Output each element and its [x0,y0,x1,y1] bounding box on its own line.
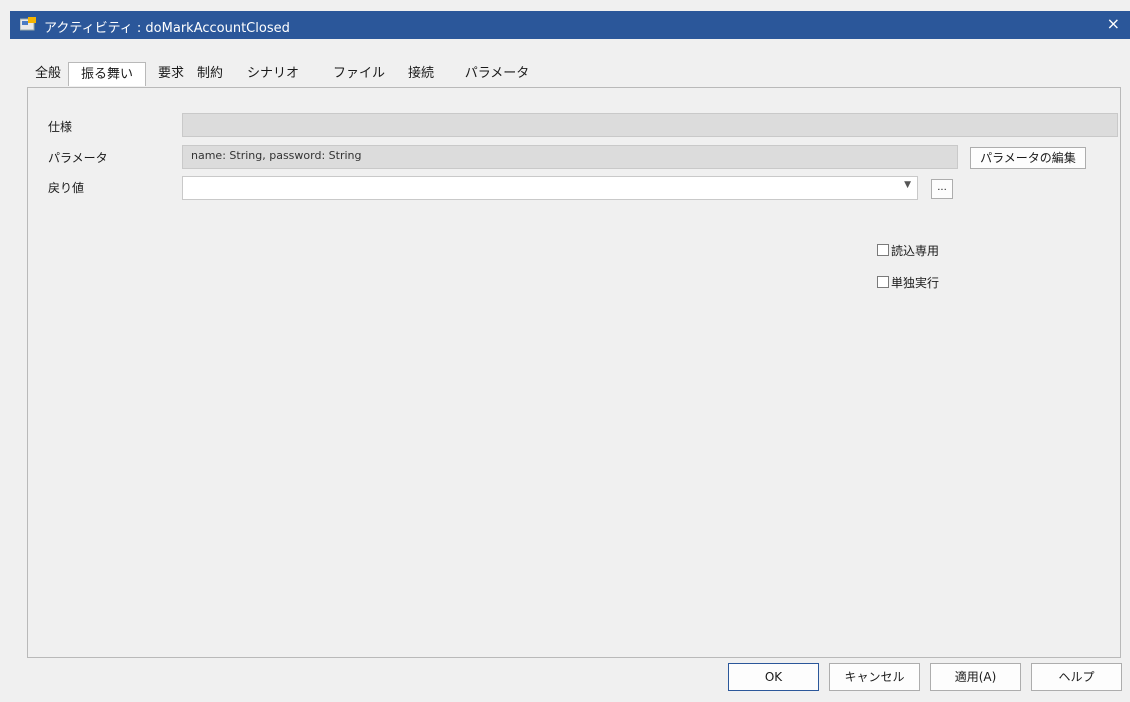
window-titlebar: アクティビティ : doMarkAccountClosed × [10,11,1130,39]
standalone-checkbox-row[interactable]: 単独実行 [877,274,977,290]
return-label: 戻り値 [48,181,85,195]
params-label: パラメータ [48,151,108,165]
activity-app-icon [20,17,36,31]
tab-files[interactable]: ファイル [322,63,396,85]
return-type-dropdown[interactable]: ▼ [182,176,918,200]
spec-label: 仕様 [48,120,73,134]
cancel-button[interactable]: キャンセル [829,663,920,691]
standalone-checkbox[interactable] [877,276,889,288]
edit-params-button[interactable]: パラメータの編集 [970,147,1086,169]
readonly-checkbox-row[interactable]: 読込専用 [877,242,977,258]
tab-behavior[interactable]: 振る舞い [68,62,146,86]
spec-field[interactable] [182,113,1118,137]
close-icon[interactable]: × [1107,15,1120,33]
params-field: name: String, password: String [182,145,958,169]
readonly-checkbox[interactable] [877,244,889,256]
tab-scenario[interactable]: シナリオ [236,63,310,85]
tab-parameters[interactable]: パラメータ [450,63,544,85]
apply-button[interactable]: 適用(A) [930,663,1021,691]
window-title: アクティビティ : doMarkAccountClosed [44,21,290,36]
return-browse-button[interactable]: ... [931,179,953,199]
readonly-label: 読込専用 [891,244,940,258]
help-button[interactable]: ヘルプ [1031,663,1122,691]
tab-links[interactable]: 接続 [404,63,438,85]
behavior-panel: 仕様 パラメータ name: String, password: String … [27,87,1121,658]
chevron-down-icon[interactable]: ▼ [904,180,911,190]
standalone-label: 単独実行 [891,276,940,290]
tab-requirements[interactable]: 要求 [156,63,186,85]
params-value: name: String, password: String [191,149,362,162]
tab-constraints[interactable]: 制約 [195,63,225,85]
ok-button[interactable]: OK [728,663,819,691]
tab-general[interactable]: 全般 [34,63,62,85]
